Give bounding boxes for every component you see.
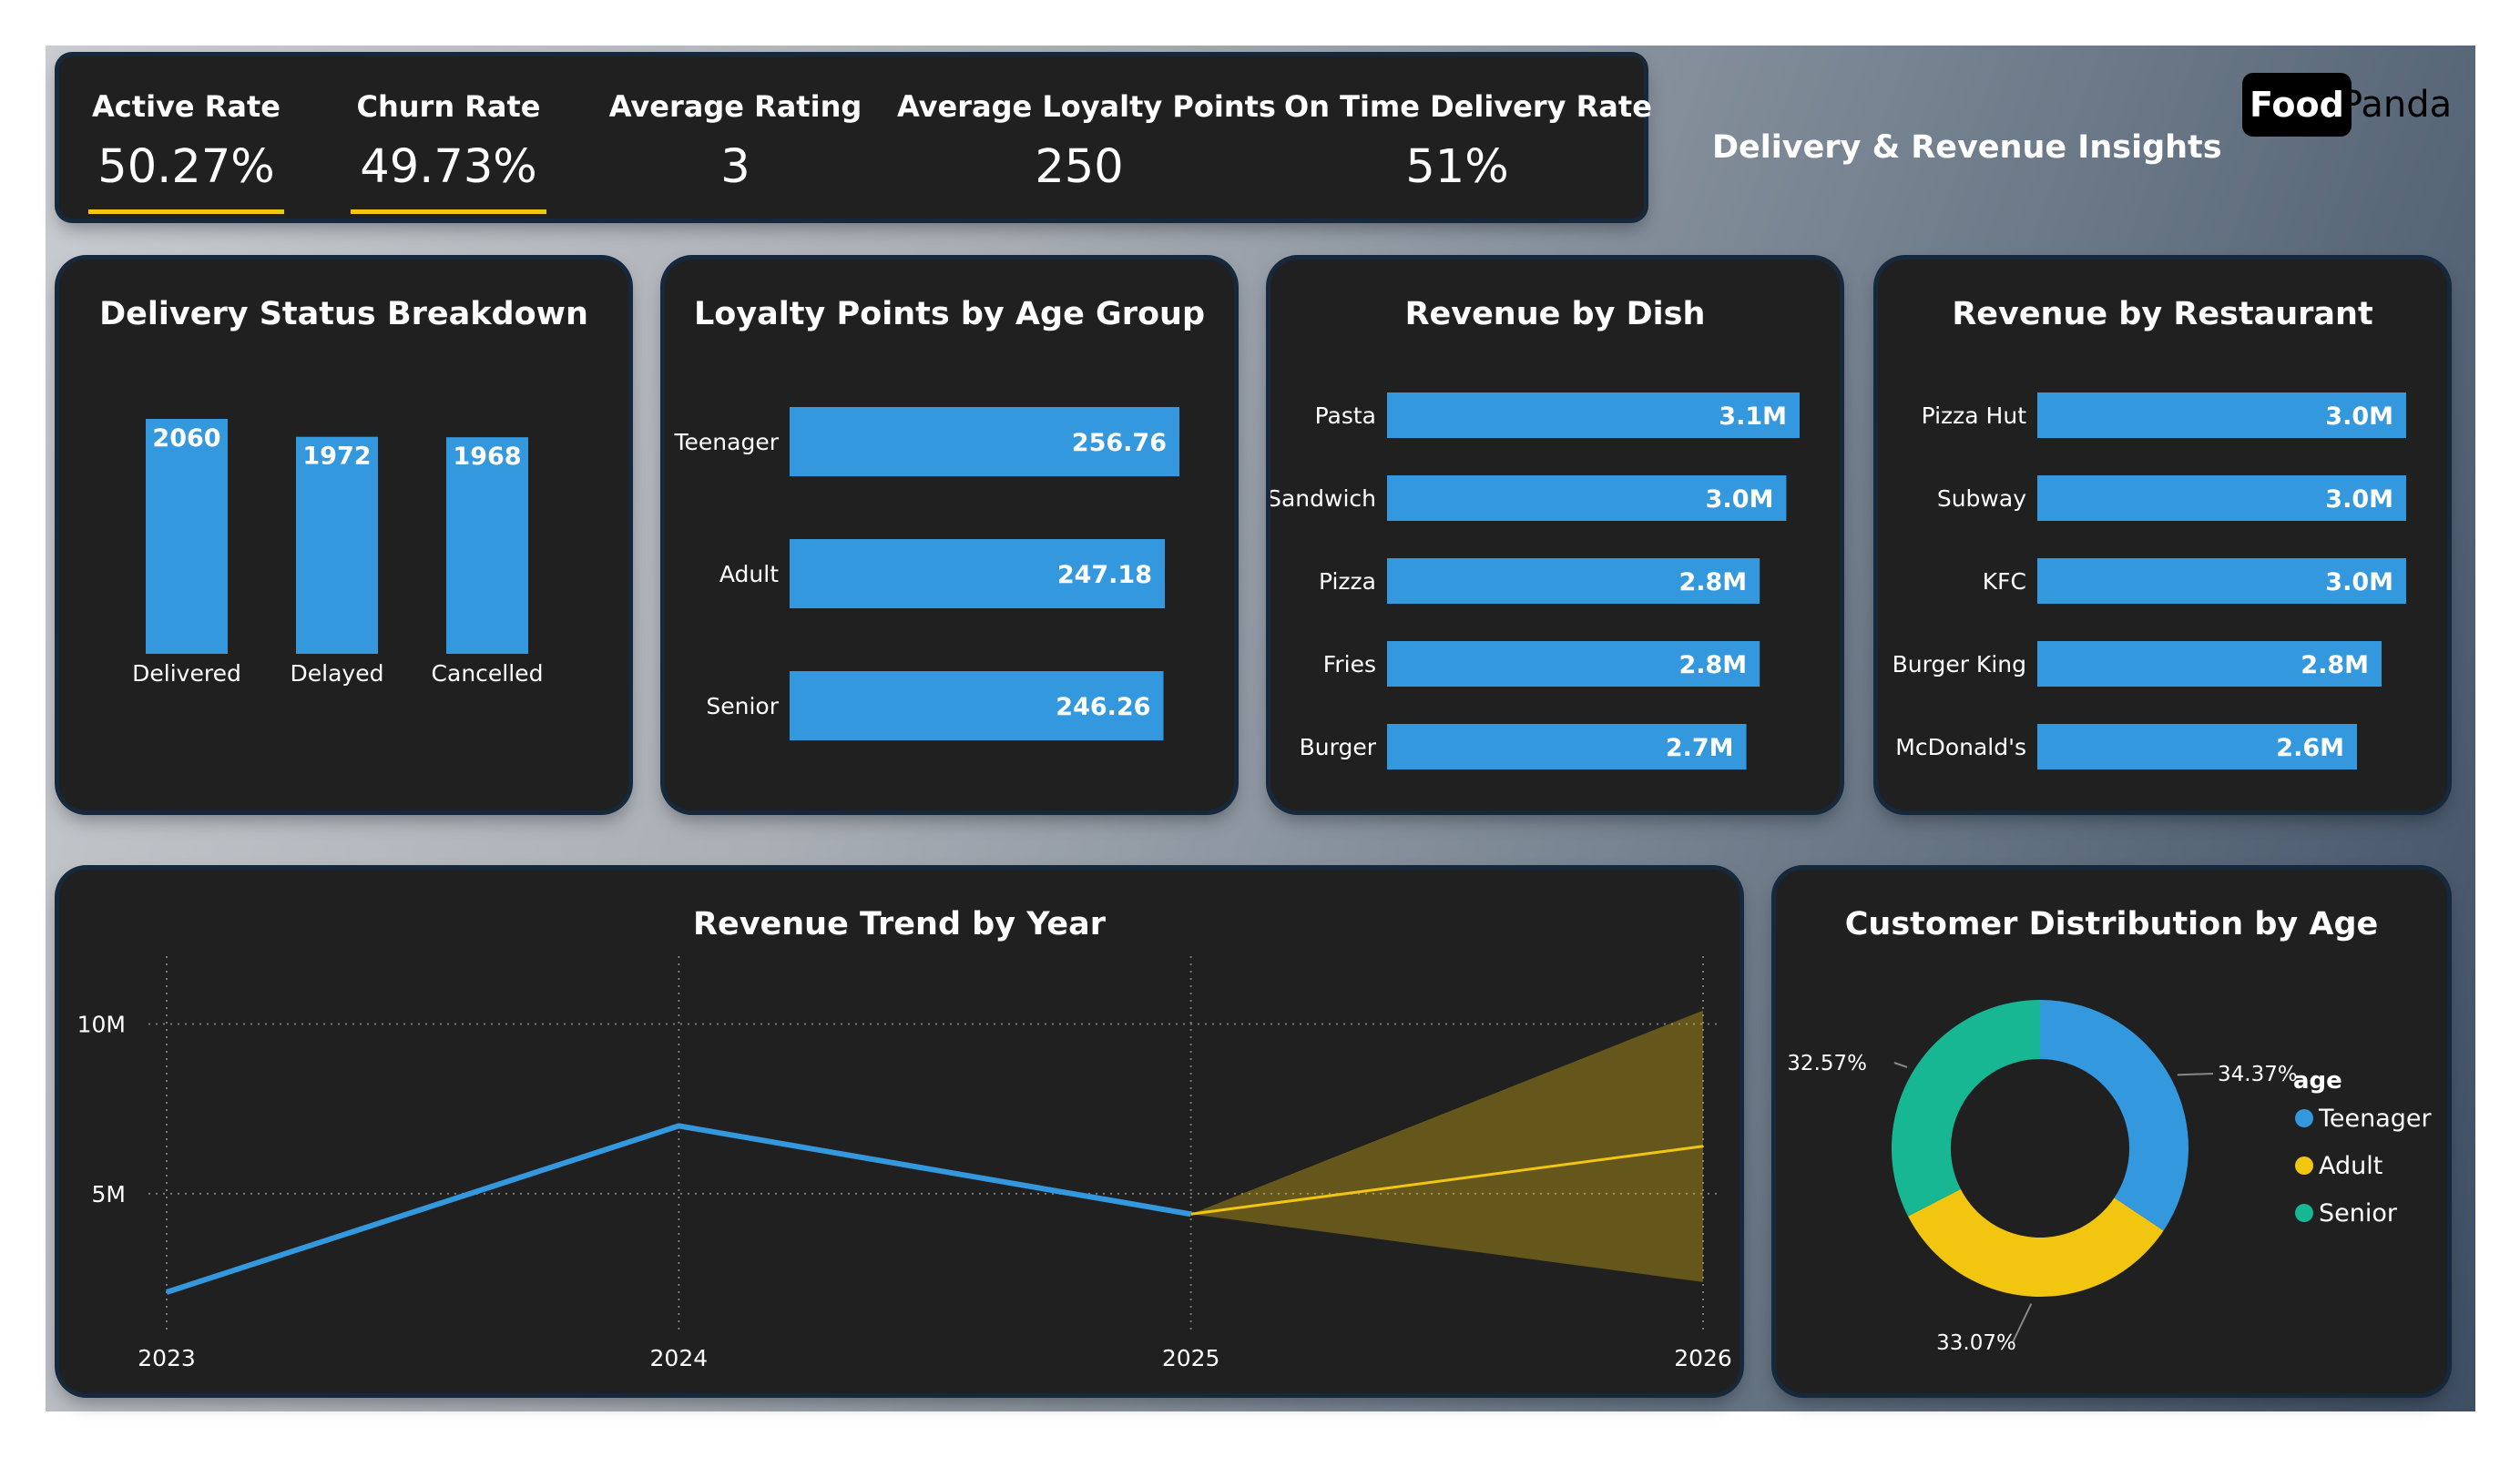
x-tick-label: 2025 [1162, 1345, 1220, 1371]
donut-slice[interactable] [1892, 1000, 2040, 1217]
slice-label: 32.57% [1787, 1052, 1867, 1075]
data-label: 2.8M [1678, 568, 1747, 596]
category-label: Senior [706, 693, 779, 719]
category-label: Sandwich [1270, 485, 1376, 512]
forecast-band [1190, 1010, 1703, 1282]
loyalty-points-chart[interactable]: 256.76 Teenager 247.18 Adult 246.26 Senior [665, 260, 1234, 810]
category-label: Pizza [1319, 568, 1376, 595]
kpi-label: On Time Delivery Rate [1284, 89, 1652, 124]
kpi-value: 250 [1035, 140, 1124, 194]
y-tick-label: 10M [77, 1012, 126, 1038]
category-label: Pizza Hut [1922, 402, 2027, 429]
logo-panda-text: Panda [2341, 84, 2453, 126]
logo-food-text: Food [2242, 73, 2352, 137]
delivery-status-panel: Delivery Status Breakdown 2060 Delivered 1… [59, 260, 628, 810]
kpi-value: 49.73% [360, 140, 537, 194]
legend-item[interactable]: Adult [2319, 1152, 2382, 1180]
data-label: 1972 [302, 443, 371, 471]
data-label: 2.8M [2301, 651, 2369, 679]
revenue-trend-chart[interactable]: 2023 2024 2025 2026 5M 10M [59, 870, 1740, 1393]
x-tick-label: 2023 [138, 1345, 196, 1371]
kpi-active-rate[interactable]: Active Rate 50.27% [79, 56, 293, 219]
kpi-value: 50.27% [97, 140, 275, 194]
delivery-status-chart[interactable]: 2060 Delivered 1972 Delayed 1968 Cancelled [59, 260, 628, 810]
kpi-label: Churn Rate [356, 89, 541, 124]
donut-slice[interactable] [1908, 1188, 2164, 1297]
legend-item[interactable]: Teenager [2318, 1105, 2433, 1133]
kpi-label: Average Rating [608, 89, 862, 124]
category-label: KFC [1983, 568, 2026, 595]
leader-line [2177, 1073, 2214, 1076]
category-label: Cancelled [432, 660, 544, 687]
kpi-value: 3 [720, 140, 750, 194]
category-label: Pasta [1315, 402, 1376, 429]
category-label: Delivered [132, 660, 241, 687]
loyalty-points-panel: Loyalty Points by Age Group 256.76 Teenag… [665, 260, 1234, 810]
data-label: 3.0M [2325, 402, 2393, 431]
slice-label: 33.07% [1936, 1331, 2016, 1355]
x-tick-label: 2024 [650, 1345, 709, 1371]
category-label: Delayed [291, 660, 384, 687]
data-label: 3.0M [2325, 485, 2393, 514]
customer-distribution-chart[interactable]: 34.37% 33.07% 32.57% age Teenager Adult Senior [1776, 870, 2447, 1393]
donut-slice[interactable] [2040, 1000, 2188, 1231]
dashboard-canvas: Active Rate 50.27% Churn Rate 49.73% Ave… [46, 46, 2475, 1411]
category-label: Burger [1300, 734, 1377, 760]
customer-distribution-panel: Customer Distribution by Age 34.37% 33.07… [1776, 870, 2447, 1393]
legend-marker [2295, 1204, 2313, 1222]
kpi-average-rating[interactable]: Average Rating 3 [606, 56, 865, 219]
kpi-underline [88, 209, 284, 214]
series-line[interactable] [166, 1123, 1192, 1295]
data-label: 2.7M [1666, 734, 1734, 762]
bar[interactable] [146, 419, 228, 654]
leader-line [1893, 1062, 1908, 1068]
legend-marker [2295, 1109, 2313, 1127]
category-label: Adult [719, 561, 779, 587]
slice-label: 34.37% [2218, 1063, 2298, 1086]
data-label: 3.0M [2325, 568, 2393, 596]
data-label: 2.6M [2276, 734, 2344, 762]
data-label: 3.0M [1706, 485, 1774, 514]
y-tick-label: 5M [92, 1181, 126, 1207]
category-label: Fries [1323, 651, 1376, 678]
data-label: 246.26 [1056, 693, 1150, 721]
revenue-trend-panel: Revenue Trend by Year 2023 2024 2025 2026 5M… [59, 870, 1740, 1393]
category-label: Subway [1937, 485, 2026, 512]
data-label: 256.76 [1072, 429, 1167, 457]
legend-marker [2295, 1156, 2313, 1175]
legend-item[interactable]: Senior [2319, 1199, 2398, 1228]
legend-title: age [2293, 1067, 2342, 1095]
data-label: 247.18 [1057, 561, 1152, 589]
revenue-by-dish-panel: Revenue by Dish 3.1M Pasta 3.0M Sandwich 2.8… [1270, 260, 1840, 810]
kpi-value: 51% [1405, 140, 1509, 194]
category-label: Teenager [674, 429, 780, 455]
revenue-by-restaurant-chart[interactable]: 3.0M Pizza Hut 3.0M Subway 3.0M KFC 2.8M Burger… [1878, 260, 2447, 810]
data-label: 2.8M [1678, 651, 1747, 679]
kpi-churn-rate[interactable]: Churn Rate 49.73% [342, 56, 556, 219]
data-label: 3.1M [1719, 402, 1787, 431]
revenue-by-dish-chart[interactable]: 3.1M Pasta 3.0M Sandwich 2.8M Pizza 2.8M Fries 2… [1270, 260, 1840, 810]
x-tick-label: 2026 [1674, 1345, 1732, 1371]
category-label: McDonald's [1895, 734, 2026, 760]
category-label: Burger King [1893, 651, 2026, 678]
kpi-label: Average Loyalty Points [897, 89, 1276, 124]
data-label: 1968 [453, 443, 521, 471]
kpi-on-time-delivery-rate[interactable]: On Time Delivery Rate 51% [1284, 56, 1652, 219]
kpi-average-loyalty-points[interactable]: Average Loyalty Points 250 [897, 56, 1276, 219]
kpi-label: Active Rate [92, 89, 281, 124]
page-title: Delivery & Revenue Insights [1712, 129, 2222, 166]
revenue-by-restaurant-panel: Revenue by Restaurant 3.0M Pizza Hut 3.0M S… [1878, 260, 2447, 810]
kpi-panel: Active Rate 50.27% Churn Rate 49.73% Ave… [59, 56, 1652, 219]
data-label: 2060 [152, 424, 220, 453]
kpi-underline [351, 209, 546, 214]
